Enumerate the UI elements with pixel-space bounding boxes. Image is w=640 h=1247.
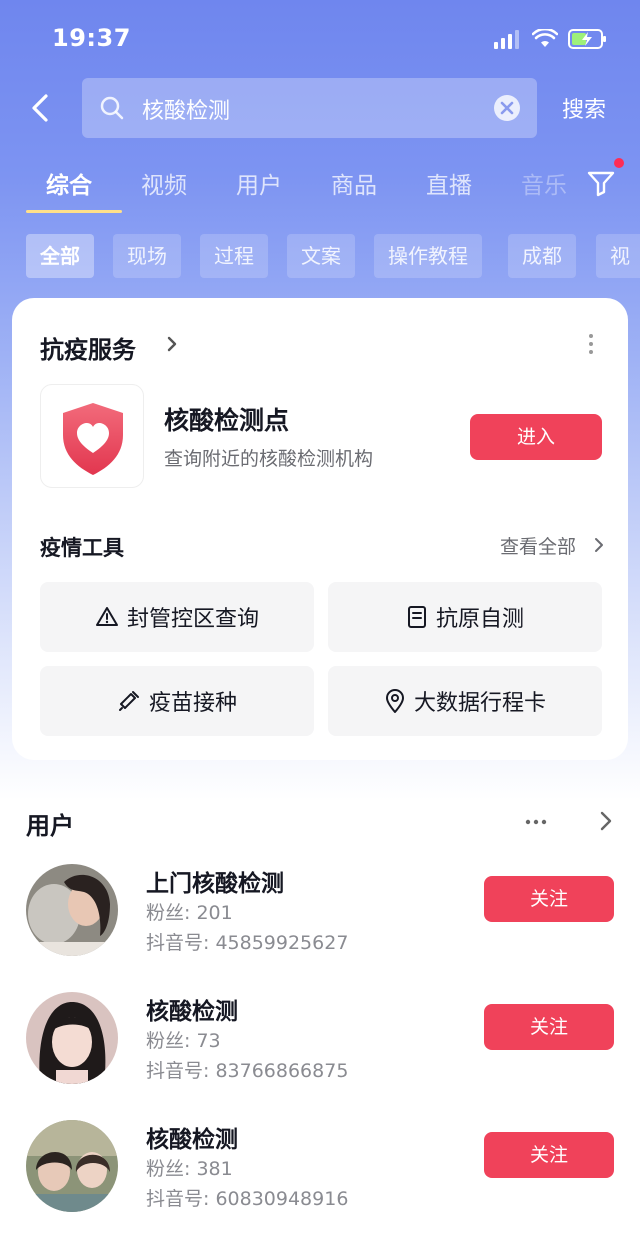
user-fans: 粉丝: 201 — [146, 902, 233, 924]
filter-icon[interactable] — [586, 168, 616, 198]
active-tab-underline — [26, 210, 122, 213]
clear-search-icon[interactable] — [493, 94, 521, 122]
tool-label: 抗原自测 — [435, 607, 524, 632]
user-fans: 粉丝: 381 — [146, 1158, 233, 1180]
search-row: 核酸检测 搜索 — [0, 78, 640, 140]
search-icon — [100, 96, 124, 120]
user-row[interactable]: 上门核酸检测 粉丝: 201 抖音号: 45859925627 关注 — [0, 864, 640, 984]
tool-vaccination[interactable]: 疫苗接种 — [40, 666, 314, 736]
chip-copywriting[interactable]: 文案 — [287, 234, 355, 278]
user-row[interactable]: 核酸检测 粉丝: 381 抖音号: 60830948916 关注 — [0, 1120, 640, 1240]
user-avatar-image — [26, 992, 118, 1084]
view-all-tools-link[interactable]: 查看全部 — [500, 532, 576, 559]
chevron-right-icon[interactable] — [162, 334, 182, 354]
filter-chips: 全部 现场 过程 文案 操作教程 成都 视频 — [0, 234, 640, 280]
tools-title: 疫情工具 — [40, 536, 124, 560]
search-query-text: 核酸检测 — [142, 99, 231, 124]
chip-video[interactable]: 视频 — [596, 234, 640, 278]
chip-chengdu[interactable]: 成都 — [508, 234, 576, 278]
back-icon[interactable] — [24, 90, 60, 126]
follow-button[interactable]: 关注 — [484, 1004, 614, 1050]
shield-heart-icon — [63, 403, 123, 475]
user-douyin-id: 抖音号: 45859925627 — [146, 932, 349, 954]
battery-charging-icon — [568, 29, 606, 49]
shield-heart-tile[interactable] — [40, 384, 144, 488]
tool-antigen-self-test[interactable]: 抗原自测 — [328, 582, 602, 652]
user-avatar-image — [26, 1120, 118, 1212]
tab-comprehensive[interactable]: 综合 — [46, 166, 92, 200]
avatar[interactable] — [26, 992, 118, 1084]
chip-scene[interactable]: 现场 — [113, 234, 181, 278]
document-icon — [407, 606, 426, 628]
user-name[interactable]: 核酸检测 — [146, 1120, 238, 1154]
user-fans: 粉丝: 73 — [146, 1030, 221, 1052]
users-section-title: 用户 — [26, 812, 74, 840]
tab-users[interactable]: 用户 — [236, 166, 282, 200]
tab-products[interactable]: 商品 — [331, 166, 377, 200]
follow-button[interactable]: 关注 — [484, 1132, 614, 1178]
service-name: 核酸检测点 — [164, 406, 290, 435]
more-horizontal-icon[interactable] — [524, 818, 548, 826]
chip-tutorial[interactable]: 操作教程 — [374, 234, 482, 278]
filter-notification-dot — [614, 158, 624, 168]
anti-epidemic-service-card: 抗疫服务 核酸检测点 查询附近的核酸检测机构 进入 疫情工具 查看全部 封管控区… — [12, 298, 628, 760]
tool-lockdown-area-query[interactable]: 封管控区查询 — [40, 582, 314, 652]
follow-button[interactable]: 关注 — [484, 876, 614, 922]
search-button[interactable]: 搜索 — [562, 92, 606, 124]
avatar[interactable] — [26, 864, 118, 956]
cellular-signal-icon — [494, 30, 519, 49]
tab-music[interactable]: 音乐 — [521, 166, 577, 200]
tool-itinerary-card[interactable]: 大数据行程卡 — [328, 666, 602, 736]
tab-video[interactable]: 视频 — [141, 166, 187, 200]
more-vertical-icon[interactable] — [586, 332, 596, 356]
wifi-icon — [532, 29, 558, 47]
tool-label: 封管控区查询 — [126, 607, 259, 632]
service-description: 查询附近的核酸检测机构 — [164, 448, 374, 470]
user-name[interactable]: 核酸检测 — [146, 992, 238, 1026]
chip-all[interactable]: 全部 — [26, 234, 94, 278]
tab-live[interactable]: 直播 — [426, 166, 472, 200]
chip-process[interactable]: 过程 — [200, 234, 268, 278]
card-title[interactable]: 抗疫服务 — [40, 330, 136, 365]
user-douyin-id: 抖音号: 60830948916 — [146, 1188, 349, 1210]
search-input[interactable]: 核酸检测 — [82, 78, 537, 138]
status-bar: 19:37 — [0, 0, 640, 80]
user-douyin-id: 抖音号: 83766866875 — [146, 1060, 349, 1082]
syringe-icon — [118, 691, 139, 711]
warning-icon — [95, 607, 118, 626]
location-pin-icon — [385, 689, 404, 713]
tool-label: 大数据行程卡 — [413, 691, 546, 716]
tool-label: 疫苗接种 — [148, 691, 237, 716]
user-avatar-image — [26, 864, 118, 956]
enter-button[interactable]: 进入 — [470, 414, 602, 460]
chevron-right-icon[interactable] — [592, 536, 606, 554]
user-name[interactable]: 上门核酸检测 — [146, 864, 284, 898]
status-icons — [494, 28, 608, 50]
status-time: 19:37 — [52, 24, 131, 52]
chevron-right-icon[interactable] — [598, 810, 614, 832]
result-tabs: 综合 视频 用户 商品 直播 音乐 — [0, 160, 640, 216]
avatar[interactable] — [26, 1120, 118, 1212]
user-row[interactable]: 核酸检测 粉丝: 73 抖音号: 83766866875 关注 — [0, 992, 640, 1112]
